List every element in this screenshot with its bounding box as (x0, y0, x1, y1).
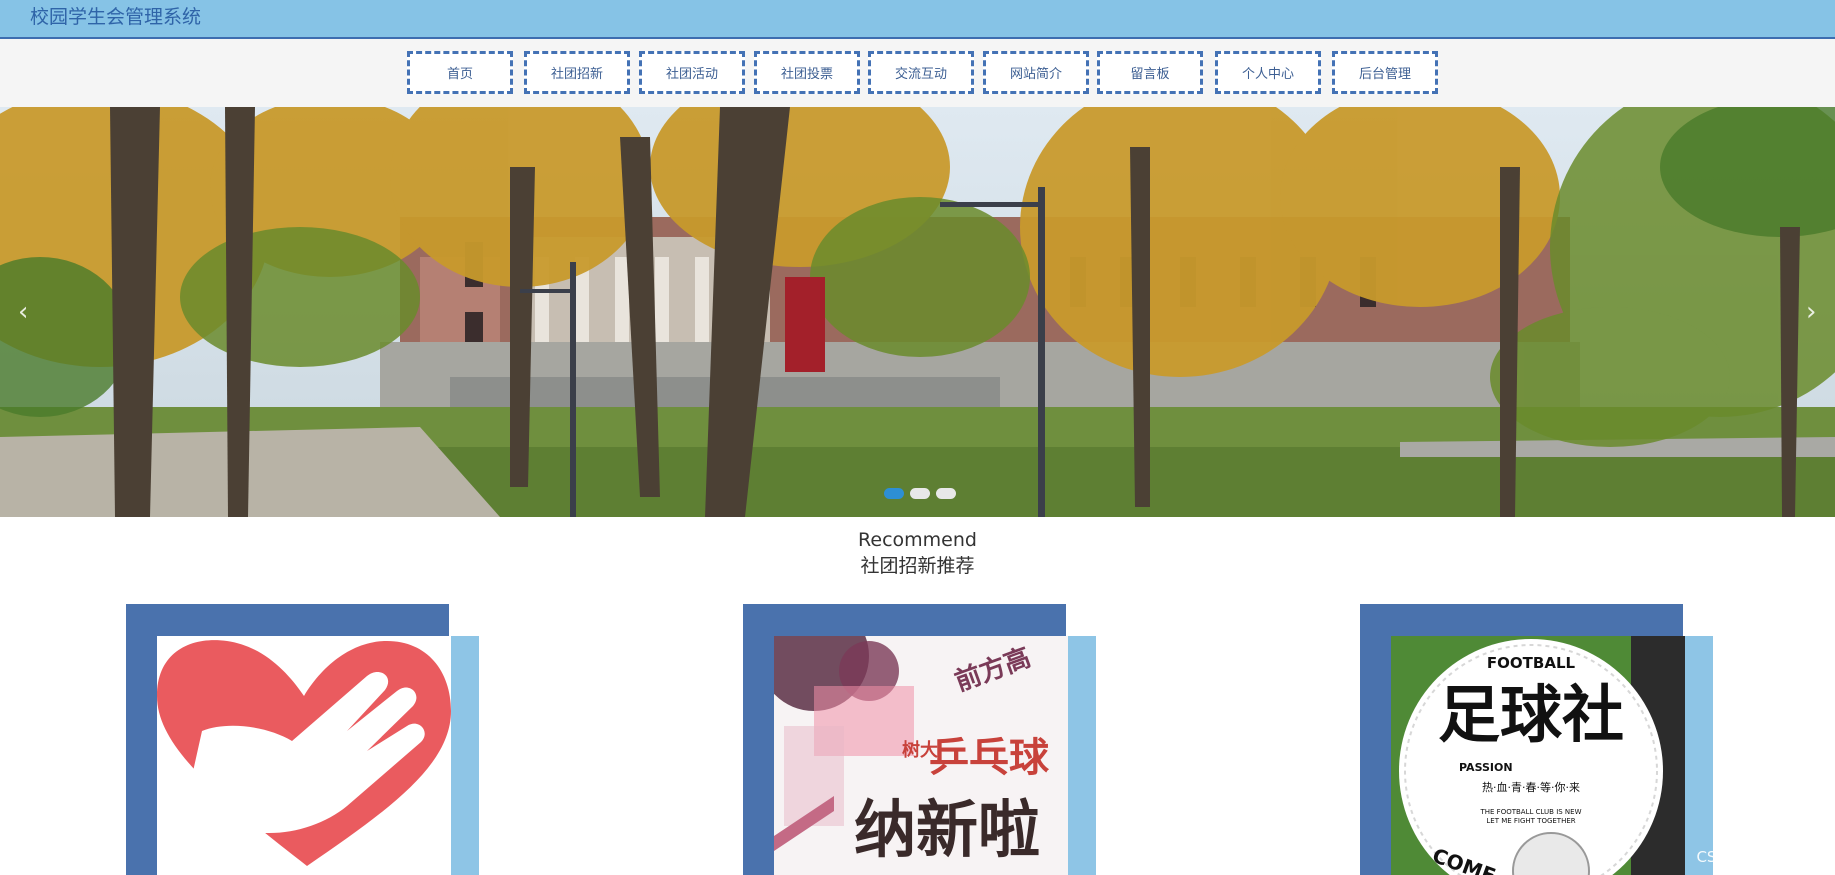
carousel-banner[interactable]: ‹ › (0, 107, 1835, 517)
top-header: 校园学生会管理系统 (0, 0, 1835, 39)
carousel-dot-2[interactable] (910, 488, 930, 499)
poster-title: FOOTBALL (1487, 654, 1576, 672)
carousel-dot-3[interactable] (936, 488, 956, 499)
poster-slogan: 热·血·青·春·等·你·来 (1482, 780, 1580, 794)
poster-passion: PASSION (1459, 761, 1513, 774)
nav-interaction[interactable]: 交流互动 (868, 51, 974, 94)
football-club-poster-icon: FOOTBALL 足球社 PASSION 热·血·青·春·等·你·来 THE F… (1391, 636, 1685, 875)
carousel-indicators (884, 488, 956, 499)
nav-user-center[interactable]: 个人中心 (1215, 51, 1321, 94)
poster-en-line-1: THE FOOTBALL CLUB IS NEW (1479, 808, 1581, 816)
nav-about[interactable]: 网站简介 (983, 51, 1089, 94)
nav-message-board[interactable]: 留言板 (1097, 51, 1203, 94)
recommend-card-2[interactable]: 前方高 树大 乒乓球 纳新啦 (743, 604, 1096, 875)
nav-club-recruit[interactable]: 社团招新 (524, 51, 630, 94)
app-title: 校园学生会管理系统 (30, 6, 202, 28)
nav-home[interactable]: 首页 (407, 51, 513, 94)
nav-club-activity[interactable]: 社团活动 (639, 51, 745, 94)
recommend-card-3[interactable]: FOOTBALL 足球社 PASSION 热·血·青·春·等·你·来 THE F… (1360, 604, 1713, 875)
nav-club-vote[interactable]: 社团投票 (754, 51, 860, 94)
recommend-card-1[interactable] (126, 604, 479, 875)
card-accent-strip (1683, 636, 1713, 875)
main-nav: 首页 社团招新 社团活动 社团投票 交流互动 网站简介 留言板 个人中心 后台管… (0, 39, 1835, 107)
csdn-watermark: CSDN @阿达学长 (1696, 848, 1819, 866)
carousel-next-arrow[interactable]: › (1806, 297, 1816, 327)
poster-sub-text: 纳新啦 (854, 793, 1040, 866)
volunteer-heart-hand-icon (157, 636, 451, 875)
poster-main-text: 乒乓球 (929, 735, 1050, 781)
card-accent-strip (449, 636, 479, 875)
carousel-prev-arrow[interactable]: ‹ (18, 297, 28, 327)
carousel-dot-1[interactable] (884, 488, 904, 499)
poster-main: 足球社 (1438, 678, 1624, 751)
campus-photo (0, 107, 1835, 517)
recommend-title-en: Recommend (858, 529, 977, 551)
nav-admin[interactable]: 后台管理 (1332, 51, 1438, 94)
table-tennis-poster-icon: 前方高 树大 乒乓球 纳新啦 (774, 636, 1068, 875)
card-accent-strip (1066, 636, 1096, 875)
recommend-heading: Recommend 社团招新推荐 (0, 528, 1835, 580)
poster-en-line-2: LET ME FIGHT TOGETHER (1486, 817, 1575, 825)
recommend-title-zh: 社团招新推荐 (860, 555, 975, 577)
